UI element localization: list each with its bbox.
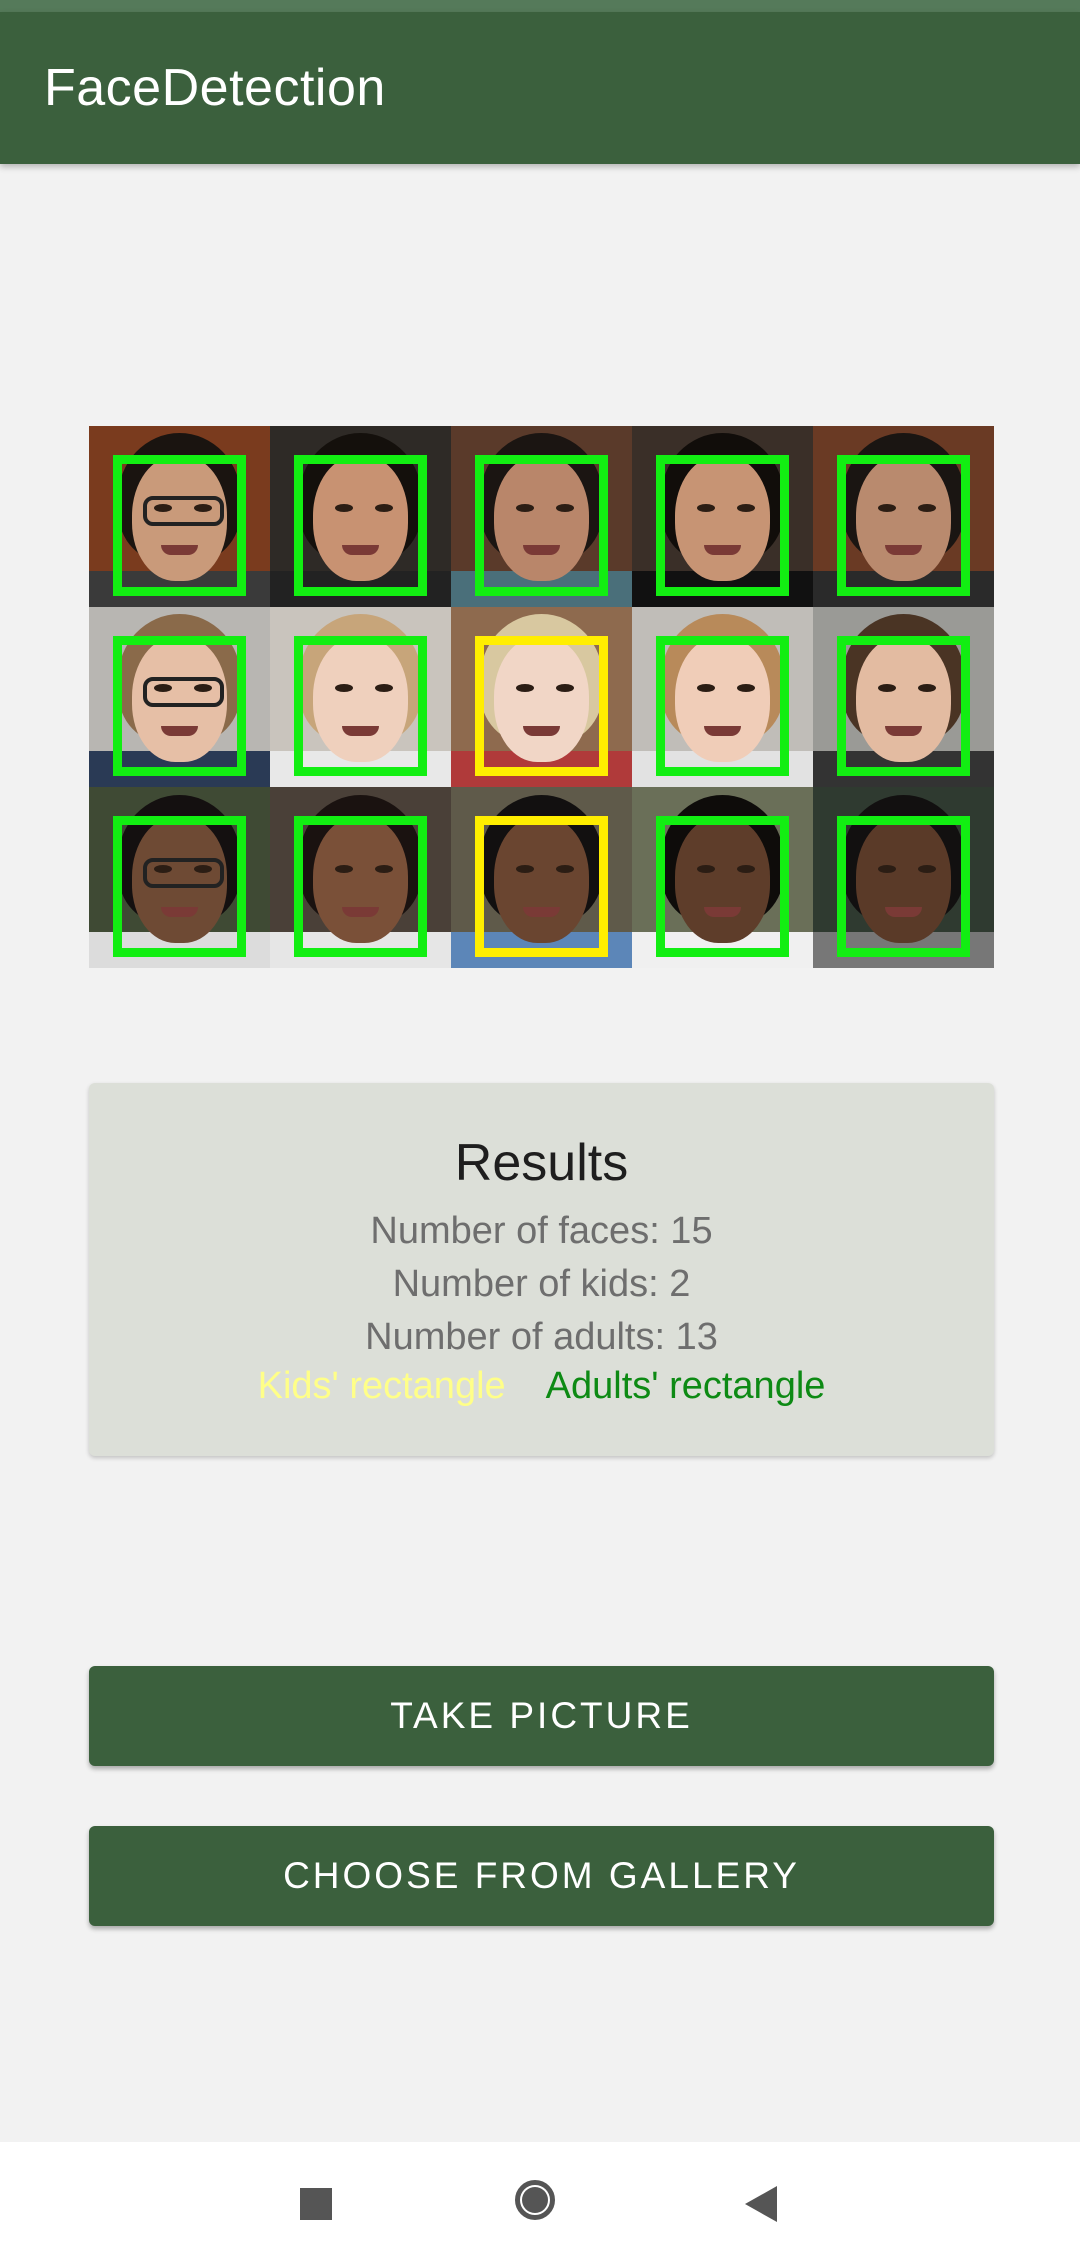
adult-face-rectangle	[836, 635, 971, 777]
adult-face-rectangle	[112, 816, 247, 958]
home-icon[interactable]	[515, 2180, 555, 2220]
status-bar	[0, 0, 1080, 12]
legend-adults: Adults' rectangle	[545, 1365, 826, 1407]
results-title: Results	[454, 1134, 629, 1192]
adult-face-rectangle	[655, 635, 790, 777]
adult-face-rectangle	[112, 454, 247, 596]
legend: Kids' rectangle Adults' rectangle	[89, 1365, 994, 1408]
faces-count: Number of faces: 15	[370, 1210, 713, 1252]
adult-face-rectangle	[474, 454, 609, 596]
adult-face-rectangle	[112, 635, 247, 777]
detected-faces-image	[89, 426, 994, 968]
adult-face-rectangle	[293, 635, 428, 777]
take-picture-button[interactable]: TAKE PICTURE	[89, 1666, 994, 1766]
legend-kids: Kids' rectangle	[257, 1365, 506, 1407]
results-card: Results Number of faces: 15 Number of ki…	[89, 1083, 994, 1456]
kid-face-rectangle	[474, 635, 609, 777]
system-nav-bar	[0, 2142, 1080, 2265]
choose-from-gallery-button[interactable]: CHOOSE FROM GALLERY	[89, 1826, 994, 1926]
back-icon[interactable]	[745, 2186, 777, 2222]
adult-face-rectangle	[293, 816, 428, 958]
adults-count: Number of adults: 13	[365, 1316, 718, 1358]
adult-face-rectangle	[836, 454, 971, 596]
face-grid	[89, 426, 994, 968]
adult-face-rectangle	[293, 454, 428, 596]
recents-icon[interactable]	[300, 2188, 332, 2220]
adult-face-rectangle	[655, 816, 790, 958]
kid-face-rectangle	[474, 816, 609, 958]
adult-face-rectangle	[836, 816, 971, 958]
app-title: FaceDetection	[44, 59, 386, 117]
adult-face-rectangle	[655, 454, 790, 596]
kids-count: Number of kids: 2	[392, 1263, 691, 1305]
app-bar: FaceDetection	[0, 12, 1080, 164]
